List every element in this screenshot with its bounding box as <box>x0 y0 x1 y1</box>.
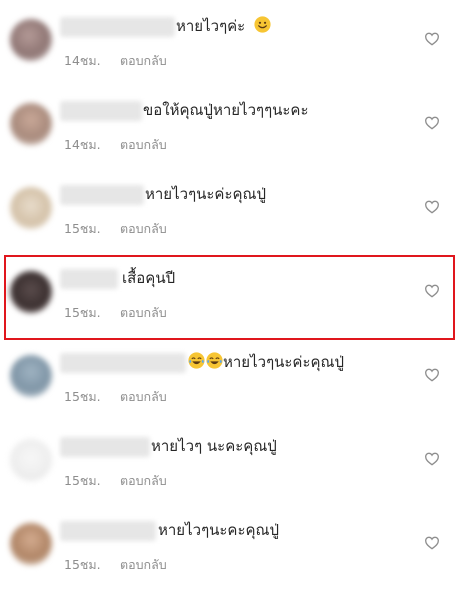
comment-meta: 15ชม. ตอบกลับ <box>64 387 167 407</box>
comment-text-content: หายไวๆนะคะคุณปู่ <box>158 521 279 539</box>
comment-timestamp: 14ชม. <box>64 137 101 152</box>
reply-button[interactable]: ตอบกลับ <box>120 137 167 152</box>
username-blurred[interactable] <box>60 185 144 205</box>
comment-item: หายไวๆนะค่ะคุณปู่ 15ชม. ตอบกลับ <box>0 168 462 248</box>
comment-text: หายไวๆนะค่ะคุณปู่ <box>188 349 344 375</box>
comment-text-content: หายไวๆ นะคะคุณปู่ <box>151 437 277 455</box>
highlight-annotation-box <box>4 255 455 340</box>
avatar[interactable] <box>10 187 52 229</box>
reply-button[interactable]: ตอบกลับ <box>120 473 167 488</box>
comment-text-content: หายไวๆนะค่ะคุณปู่ <box>223 353 344 371</box>
tears-of-joy-emoji-icon <box>206 352 223 369</box>
comment-item: หายไวๆนะค่ะคุณปู่ 15ชม. ตอบกลับ <box>0 336 462 416</box>
comment-text: หายไวๆ นะคะคุณปู่ <box>151 433 277 459</box>
comment-text-content: หายไวๆนะค่ะคุณปู่ <box>145 185 266 203</box>
comment-meta: 14ชม. ตอบกลับ <box>64 51 167 71</box>
heart-outline-icon[interactable] <box>424 199 440 215</box>
avatar[interactable] <box>10 523 52 565</box>
heart-outline-icon[interactable] <box>424 535 440 551</box>
comment-timestamp: 15ชม. <box>64 221 101 236</box>
comment-text: หายไวๆนะค่ะคุณปู่ <box>145 181 266 207</box>
comment-timestamp: 15ชม. <box>64 473 101 488</box>
comment-item: หายไวๆ นะคะคุณปู่ 15ชม. ตอบกลับ <box>0 420 462 500</box>
smiling-face-emoji-icon <box>254 16 271 33</box>
reply-button[interactable]: ตอบกลับ <box>120 389 167 404</box>
comment-text: หายไวๆค่ะ <box>176 13 271 39</box>
heart-outline-icon[interactable] <box>424 115 440 131</box>
comment-list: หายไวๆค่ะ 14ชม. ตอบกลับ ขอให้คุณปู่หายไวๆ… <box>0 0 462 593</box>
avatar[interactable] <box>10 103 52 145</box>
avatar[interactable] <box>10 19 52 61</box>
comment-meta: 14ชม. ตอบกลับ <box>64 135 167 155</box>
heart-outline-icon[interactable] <box>424 31 440 47</box>
username-blurred[interactable] <box>60 353 186 373</box>
tears-of-joy-emoji-icon <box>188 352 205 369</box>
comment-text-content: ขอให้คุณปู่หายไวๆๆนะคะ <box>143 101 309 119</box>
username-blurred[interactable] <box>60 521 156 541</box>
comment-meta: 15ชม. ตอบกลับ <box>64 471 167 491</box>
reply-button[interactable]: ตอบกลับ <box>120 557 167 572</box>
comment-timestamp: 14ชม. <box>64 53 101 68</box>
username-blurred[interactable] <box>60 437 150 457</box>
avatar[interactable] <box>10 355 52 397</box>
username-blurred[interactable] <box>60 17 175 37</box>
heart-outline-icon[interactable] <box>424 367 440 383</box>
comment-item: หายไวๆนะคะคุณปู่ 15ชม. ตอบกลับ <box>0 504 462 584</box>
reply-button[interactable]: ตอบกลับ <box>120 221 167 236</box>
comment-item: ขอให้คุณปู่หายไวๆๆนะคะ 14ชม. ตอบกลับ <box>0 84 462 164</box>
avatar[interactable] <box>10 439 52 481</box>
username-blurred[interactable] <box>60 101 142 121</box>
heart-outline-icon[interactable] <box>424 451 440 467</box>
reply-button[interactable]: ตอบกลับ <box>120 53 167 68</box>
comment-timestamp: 15ชม. <box>64 557 101 572</box>
comment-item: หายไวๆค่ะ 14ชม. ตอบกลับ <box>0 0 462 80</box>
comment-text: หายไวๆนะคะคุณปู่ <box>158 517 279 543</box>
comment-meta: 15ชม. ตอบกลับ <box>64 219 167 239</box>
comment-timestamp: 15ชม. <box>64 389 101 404</box>
comment-meta: 15ชม. ตอบกลับ <box>64 555 167 575</box>
comment-text: ขอให้คุณปู่หายไวๆๆนะคะ <box>143 97 309 123</box>
comment-text-content: หายไวๆค่ะ <box>176 17 246 35</box>
